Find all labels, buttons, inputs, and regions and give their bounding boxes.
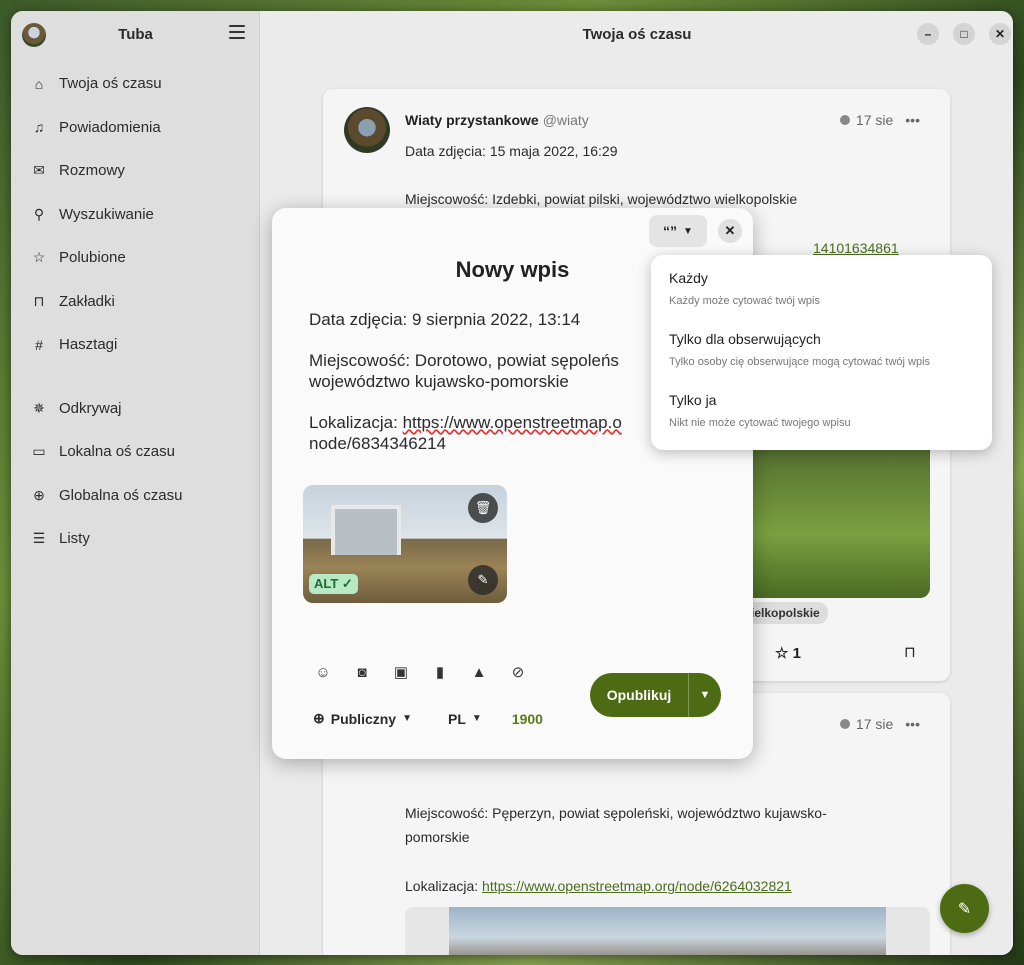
sidebar-item-hashtags[interactable]: # Hasztagi bbox=[11, 323, 260, 367]
hashtag-icon: # bbox=[35, 336, 43, 353]
sidebar-item-label: Polubione bbox=[59, 249, 126, 267]
post-text-line: pomorskie bbox=[405, 829, 470, 845]
menu-item-only-me[interactable]: Tylko ja Nikt nie może cytować twojego w… bbox=[669, 392, 851, 429]
avatar[interactable] bbox=[344, 107, 390, 153]
sidebar-item-favourites[interactable]: ☆ Polubione bbox=[11, 236, 260, 280]
emoji-icon[interactable]: ☺ bbox=[310, 661, 336, 683]
bookmark-icon: ⊓ bbox=[33, 292, 45, 309]
quote-policy-button[interactable]: “” ▼ bbox=[649, 215, 707, 247]
more-options-icon[interactable]: ••• bbox=[905, 112, 920, 128]
publish-button[interactable]: Opublikuj ▼ bbox=[590, 673, 721, 717]
post-link[interactable]: https://www.openstreetmap.org/node/62640… bbox=[482, 878, 792, 894]
sidebar-item-conversations[interactable]: ✉ Rozmowy bbox=[11, 149, 260, 193]
sensitive-icon[interactable]: ⊘ bbox=[505, 661, 531, 683]
post-image bbox=[449, 907, 886, 955]
alt-text-badge[interactable]: ALT ✓ bbox=[309, 574, 358, 594]
sidebar-item-local[interactable]: ▭ Lokalna oś czasu bbox=[11, 430, 260, 474]
sidebar-item-bookmarks[interactable]: ⊓ Zakładki bbox=[11, 280, 260, 324]
bookmark-icon[interactable]: ⊓ bbox=[904, 643, 916, 661]
page-title: Twoja oś czasu bbox=[582, 26, 692, 43]
bell-icon: ♫ bbox=[33, 119, 45, 136]
sidebar-item-label: Listy bbox=[59, 530, 90, 548]
sidebar-item-label: Powiadomienia bbox=[59, 118, 161, 136]
menu-item-everyone[interactable]: Każdy Każdy może cytować twój wpis bbox=[669, 270, 820, 307]
mail-icon: ✉ bbox=[33, 162, 45, 179]
custom-emoji-icon[interactable]: ◙ bbox=[349, 661, 375, 683]
sidebar-item-label: Zakładki bbox=[59, 292, 115, 310]
post-text-line: Data zdjęcia: 15 maja 2022, 16:29 bbox=[405, 143, 618, 159]
attachment-thumbnail[interactable]: ALT ✓ 🗑 ✎ bbox=[303, 485, 507, 603]
pencil-icon[interactable]: ✎ bbox=[468, 565, 498, 595]
favourite-button[interactable]: ☆ 1 bbox=[775, 644, 801, 662]
hashtag-chip[interactable]: ielkopolskie bbox=[743, 602, 828, 624]
sidebar-item-label: Lokalna oś czasu bbox=[59, 443, 175, 461]
composer-options: ⊕ Publiczny ▼ PL ▼ 1900 bbox=[313, 710, 543, 727]
sidebar: Tuba ⌂ Twoja oś czasu ♫ Powiadomienia ✉ Roz… bbox=[11, 11, 260, 955]
hamburger-menu-icon[interactable] bbox=[229, 25, 245, 39]
nav-separator bbox=[11, 367, 260, 387]
globe-icon bbox=[839, 115, 850, 125]
sidebar-item-label: Rozmowy bbox=[59, 162, 125, 180]
attachment-image bbox=[331, 505, 401, 555]
sidebar-nav: ⌂ Twoja oś czasu ♫ Powiadomienia ✉ Rozmowy … bbox=[11, 62, 260, 561]
compose-button[interactable]: ✎ bbox=[940, 884, 989, 933]
app-title: Tuba bbox=[118, 26, 153, 43]
globe-icon: ⊕ bbox=[313, 710, 325, 726]
pencil-icon: ✎ bbox=[957, 900, 972, 918]
sidebar-item-search[interactable]: ⚲ Wyszukiwanie bbox=[11, 193, 260, 237]
sidebar-item-label: Odkrywaj bbox=[59, 399, 122, 417]
poll-icon[interactable]: ▮ bbox=[427, 661, 453, 683]
sidebar-item-explore[interactable]: ✵ Odkrywaj bbox=[11, 387, 260, 431]
sidebar-item-label: Wyszukiwanie bbox=[59, 205, 154, 223]
local-icon: ▭ bbox=[32, 443, 46, 460]
char-counter: 1900 bbox=[511, 710, 543, 727]
explore-icon: ✵ bbox=[33, 399, 45, 416]
sidebar-item-label: Hasztagi bbox=[59, 336, 118, 354]
warning-icon[interactable]: ▲ bbox=[466, 661, 492, 683]
sidebar-item-home[interactable]: ⌂ Twoja oś czasu bbox=[11, 62, 260, 106]
post-location: Lokalizacja: https://www.openstreetmap.o… bbox=[405, 878, 792, 894]
star-icon: ☆ bbox=[775, 645, 789, 662]
close-icon[interactable]: ✕ bbox=[718, 219, 742, 243]
chevron-down-icon: ▼ bbox=[402, 713, 412, 724]
post-timestamp: 17 sie ••• bbox=[839, 112, 920, 128]
sidebar-header: Tuba bbox=[11, 11, 259, 57]
close-window-button[interactable]: ✕ bbox=[989, 23, 1011, 45]
menu-item-followers[interactable]: Tylko dla obserwujących Tylko osoby cię … bbox=[669, 331, 930, 368]
chevron-down-icon[interactable]: ▼ bbox=[689, 689, 721, 701]
sidebar-item-federated[interactable]: ⊕ Globalna oś czasu bbox=[11, 474, 260, 518]
post-image[interactable] bbox=[749, 438, 930, 598]
language-dropdown[interactable]: PL ▼ bbox=[448, 711, 482, 727]
post-author[interactable]: Wiaty przystankowe @wiaty bbox=[405, 112, 589, 128]
list-icon: ☰ bbox=[32, 530, 46, 547]
visibility-dropdown[interactable]: ⊕ Publiczny ▼ bbox=[313, 710, 412, 727]
chevron-down-icon: ▼ bbox=[683, 225, 693, 237]
sidebar-item-lists[interactable]: ☰ Listy bbox=[11, 517, 260, 561]
post-timestamp: 17 sie ••• bbox=[839, 716, 920, 732]
sidebar-item-label: Twoja oś czasu bbox=[59, 75, 162, 93]
post-image-frame[interactable] bbox=[405, 907, 930, 955]
trash-icon[interactable]: 🗑 bbox=[468, 493, 498, 523]
maximize-button[interactable]: □ bbox=[953, 23, 975, 45]
image-icon[interactable]: ▣ bbox=[388, 661, 414, 683]
composer-toolbar: ☺ ◙ ▣ ▮ ▲ ⊘ bbox=[310, 661, 544, 683]
globe-icon: ⊕ bbox=[33, 486, 45, 503]
more-options-icon[interactable]: ••• bbox=[905, 716, 920, 732]
home-icon: ⌂ bbox=[34, 75, 44, 92]
quote-policy-menu: Każdy Każdy może cytować twój wpis Tylko… bbox=[651, 255, 992, 450]
post-text-line: Miejscowość: Pęperzyn, powiat sępoleński… bbox=[405, 805, 827, 821]
globe-icon bbox=[839, 719, 850, 729]
star-icon: ☆ bbox=[32, 249, 46, 266]
sidebar-item-label: Globalna oś czasu bbox=[59, 486, 183, 504]
sidebar-item-notifications[interactable]: ♫ Powiadomienia bbox=[11, 106, 260, 150]
minimize-button[interactable]: – bbox=[917, 23, 939, 45]
chevron-down-icon: ▼ bbox=[471, 713, 482, 724]
search-icon: ⚲ bbox=[33, 205, 45, 222]
